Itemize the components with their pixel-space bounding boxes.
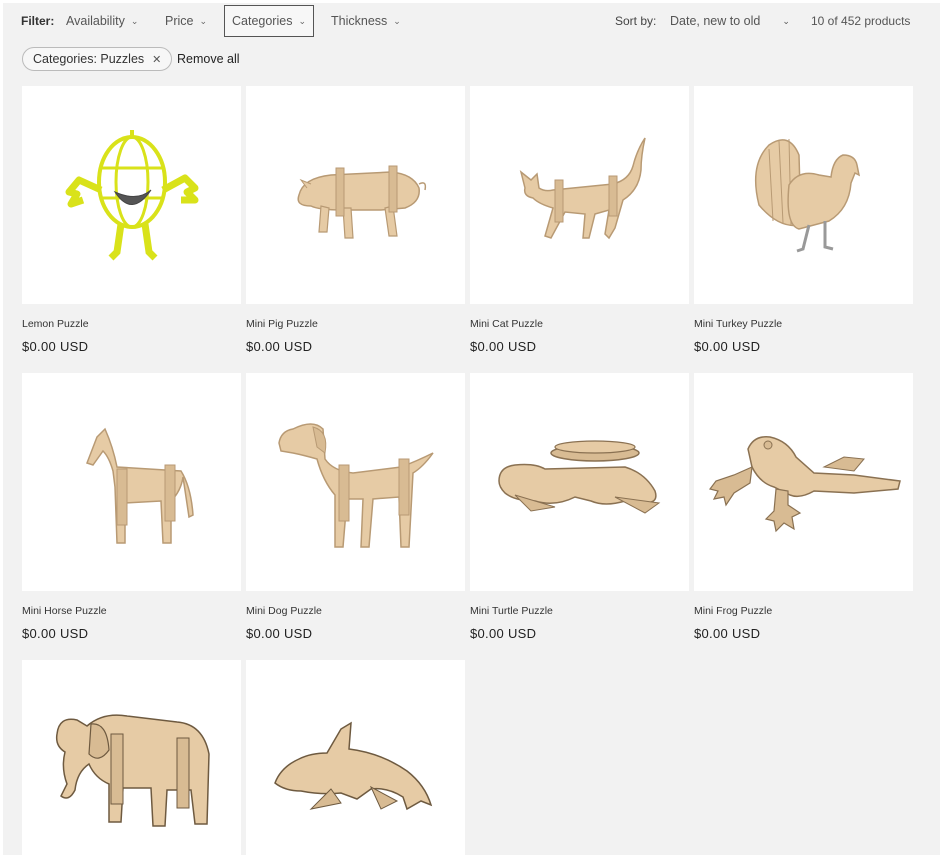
filter-price-button[interactable]: Price ⌄	[165, 5, 207, 37]
chevron-down-icon: ⌄	[782, 15, 790, 26]
product-title[interactable]: Mini Cat Puzzle	[470, 318, 689, 330]
chevron-down-icon: ⌄	[393, 15, 401, 26]
filter-availability-label: Availability	[66, 14, 125, 28]
filter-availability-button[interactable]: Availability ⌄	[66, 5, 138, 37]
product-price: $0.00 USD	[22, 626, 89, 641]
horse-puzzle-icon	[85, 427, 194, 544]
product-price: $0.00 USD	[470, 339, 537, 354]
product-card[interactable]: Lemon Puzzle $0.00 USD	[22, 86, 241, 354]
dog-puzzle-icon	[278, 423, 434, 548]
product-image[interactable]	[470, 86, 689, 304]
chevron-down-icon: ⌄	[130, 15, 139, 26]
filter-categories-label: Categories	[232, 14, 293, 28]
product-card[interactable]: Mini Pig Puzzle $0.00 USD	[246, 86, 465, 354]
product-card[interactable]	[246, 660, 465, 855]
product-image[interactable]	[694, 86, 913, 304]
filter-thickness-label: Thickness	[331, 14, 388, 28]
product-image[interactable]	[246, 86, 465, 304]
product-price: $0.00 USD	[246, 626, 313, 641]
product-title[interactable]: Mini Turtle Puzzle	[470, 605, 689, 617]
product-title[interactable]: Mini Pig Puzzle	[246, 318, 465, 330]
product-image[interactable]	[470, 373, 689, 591]
filter-thickness-button[interactable]: Thickness ⌄	[331, 5, 401, 37]
product-card[interactable]: Mini Frog Puzzle $0.00 USD	[694, 373, 913, 641]
remove-all-link[interactable]: Remove all	[177, 52, 240, 66]
chevron-down-icon: ⌄	[298, 15, 306, 26]
product-title[interactable]: Mini Turkey Puzzle	[694, 318, 913, 330]
sort-value: Date, new to old	[670, 14, 761, 28]
product-image[interactable]	[246, 660, 465, 855]
product-card[interactable]: Mini Cat Puzzle $0.00 USD	[470, 86, 689, 354]
product-card[interactable]	[22, 660, 241, 855]
product-title[interactable]: Lemon Puzzle	[22, 318, 241, 330]
product-image[interactable]	[22, 373, 241, 591]
active-filter-label: Categories: Puzzles	[33, 52, 145, 66]
product-image[interactable]	[22, 86, 241, 304]
product-image[interactable]	[246, 373, 465, 591]
product-price: $0.00 USD	[694, 626, 761, 641]
product-card[interactable]: Mini Horse Puzzle $0.00 USD	[22, 373, 241, 641]
sort-select[interactable]: Date, new to old ⌄	[670, 5, 790, 37]
close-icon[interactable]: ✕	[152, 53, 161, 66]
product-title[interactable]: Mini Frog Puzzle	[694, 605, 913, 617]
filter-bar: Filter: Availability ⌄ Price ⌄ Categorie…	[3, 3, 940, 39]
product-listing-page: Filter: Availability ⌄ Price ⌄ Categorie…	[3, 3, 940, 855]
active-filter-chip[interactable]: Categories: Puzzles ✕	[22, 47, 173, 71]
chevron-down-icon: ⌄	[199, 15, 208, 26]
product-title[interactable]: Mini Dog Puzzle	[246, 605, 465, 617]
lemon-puzzle-icon	[65, 130, 198, 261]
product-price: $0.00 USD	[246, 339, 313, 354]
product-price: $0.00 USD	[22, 339, 89, 354]
filter-categories-button[interactable]: Categories ⌄	[224, 5, 314, 37]
product-card[interactable]: Mini Turtle Puzzle $0.00 USD	[470, 373, 689, 641]
turkey-puzzle-icon	[754, 138, 860, 253]
product-count: 10 of 452 products	[811, 14, 911, 28]
dolphin-puzzle-icon	[273, 721, 432, 811]
product-card[interactable]: Mini Dog Puzzle $0.00 USD	[246, 373, 465, 641]
filter-label: Filter:	[21, 14, 55, 28]
pig-puzzle-icon	[297, 165, 426, 239]
product-image[interactable]	[22, 660, 241, 855]
filter-price-label: Price	[165, 14, 194, 28]
turtle-puzzle-icon	[497, 440, 660, 514]
cat-puzzle-icon	[519, 137, 646, 240]
elephant-puzzle-icon	[55, 714, 210, 827]
product-title[interactable]: Mini Horse Puzzle	[22, 605, 241, 617]
product-price: $0.00 USD	[470, 626, 537, 641]
product-price: $0.00 USD	[694, 339, 761, 354]
product-image[interactable]	[694, 373, 913, 591]
frog-puzzle-icon	[708, 436, 901, 533]
sort-label: Sort by:	[615, 14, 657, 28]
product-card[interactable]: Mini Turkey Puzzle $0.00 USD	[694, 86, 913, 354]
